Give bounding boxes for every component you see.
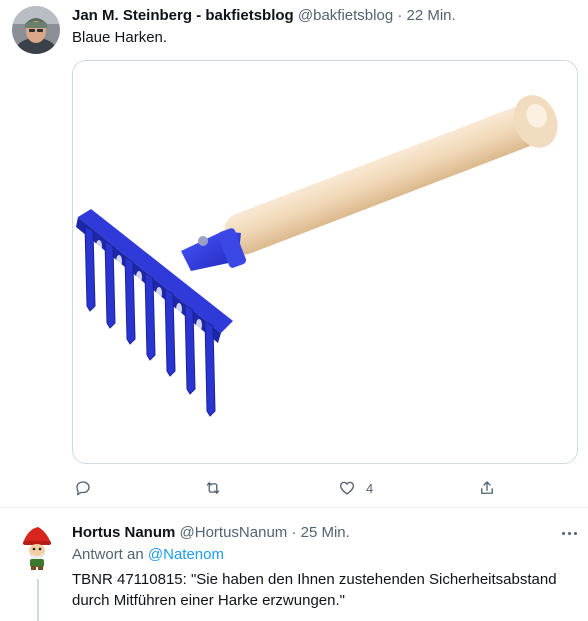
- author-handle[interactable]: @bakfietsblog: [298, 7, 393, 24]
- tweet-image[interactable]: [72, 60, 578, 464]
- reply-mention-link[interactable]: @Natenom: [148, 546, 224, 563]
- avatar-photo-icon: [12, 6, 60, 54]
- tweet-text: Blaue Harken.: [72, 29, 168, 46]
- tweet-timestamp[interactable]: 25 Min.: [301, 524, 350, 541]
- retweet-icon: [206, 482, 220, 494]
- author-name[interactable]: Hortus Nanum: [72, 524, 175, 541]
- author-avatar[interactable]: [12, 6, 60, 54]
- tweet-bakfietsblog[interactable]: Jan M. Steinberg - bakfietsblog @bakfiet…: [0, 0, 588, 508]
- like-button[interactable]: 4: [338, 477, 373, 499]
- more-button[interactable]: [558, 523, 580, 543]
- like-icon: [339, 481, 355, 495]
- more-icon: [561, 531, 565, 535]
- thread-line: [37, 579, 39, 621]
- header-separator: ·: [291, 524, 297, 541]
- tweet-text: TBNR 47110815: "Sie haben den Ihnen zust…: [72, 571, 557, 609]
- rake-image: [73, 61, 577, 463]
- reply-context: Antwort an @Natenom: [72, 545, 224, 565]
- author-name[interactable]: Jan M. Steinberg - bakfietsblog: [72, 7, 294, 24]
- share-button[interactable]: [478, 477, 496, 499]
- reply-prefix: Antwort an: [72, 546, 144, 563]
- header-separator: ·: [397, 7, 403, 24]
- author-avatar[interactable]: [14, 523, 62, 571]
- tweet-header: Hortus Nanum @HortusNanum · 25 Min.: [72, 523, 350, 543]
- more-icon: [573, 531, 577, 535]
- like-count: 4: [366, 480, 374, 496]
- reply-icon: [76, 481, 90, 496]
- gnome-avatar-icon: [14, 523, 62, 571]
- tweet-timestamp[interactable]: 22 Min.: [407, 7, 456, 24]
- tweet-actions: 4: [72, 477, 578, 499]
- author-handle[interactable]: @HortusNanum: [180, 524, 288, 541]
- share-icon: [481, 481, 493, 494]
- tweet-hortusnanum[interactable]: Hortus Nanum @HortusNanum · 25 Min. Antw…: [0, 509, 588, 621]
- retweet-button[interactable]: [204, 477, 232, 499]
- more-icon: [567, 531, 571, 535]
- tweet-header: Jan M. Steinberg - bakfietsblog @bakfiet…: [72, 6, 456, 26]
- reply-button[interactable]: [74, 477, 102, 499]
